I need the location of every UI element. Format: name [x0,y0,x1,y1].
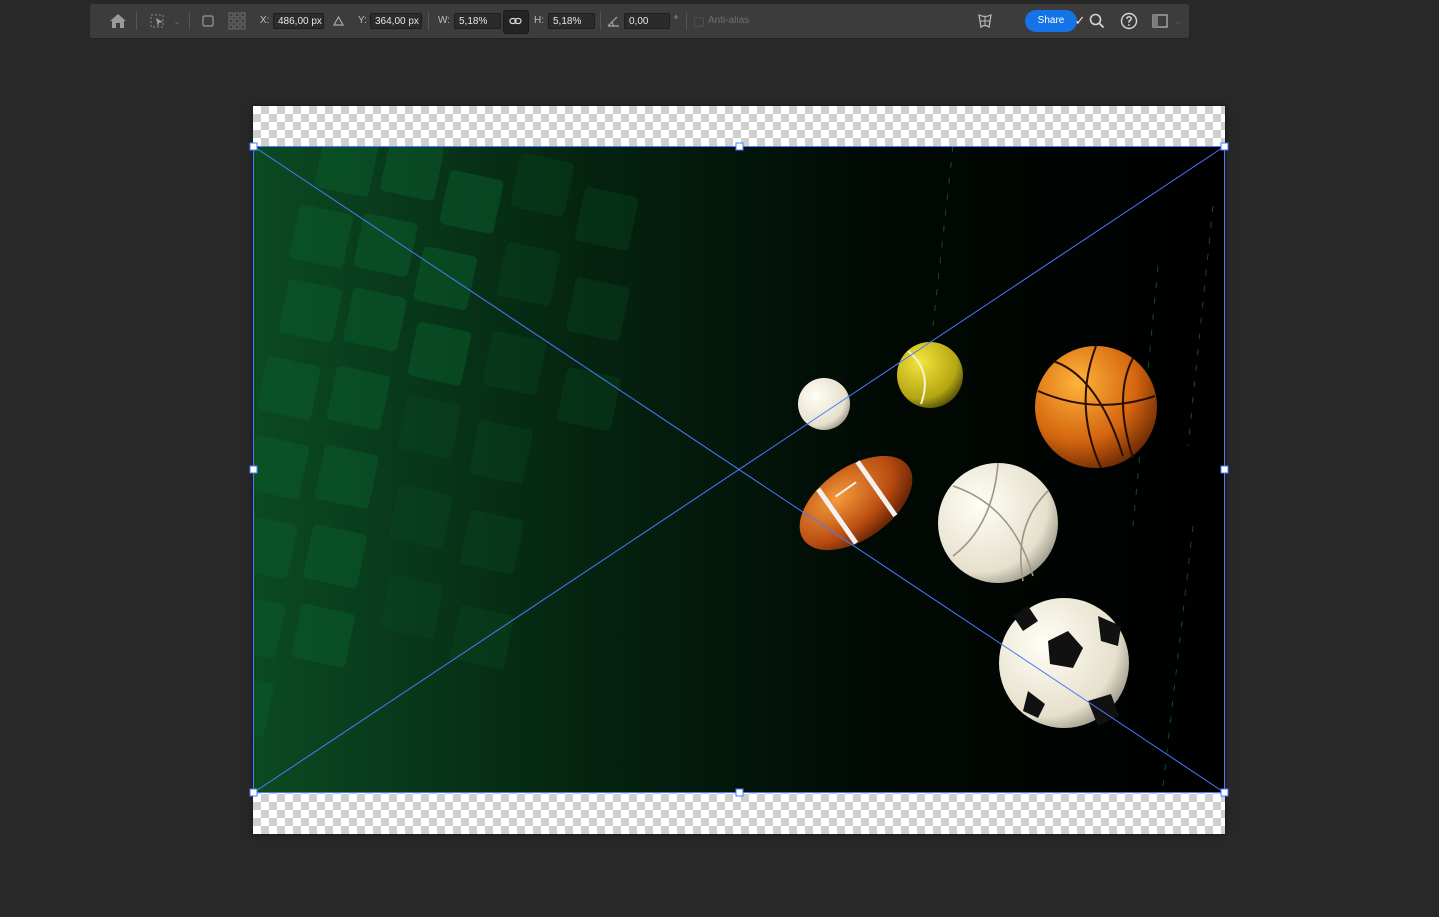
handle-top[interactable] [735,142,744,151]
angle-icon [605,4,621,38]
w-label: W: [438,15,451,26]
handle-bottom-right[interactable] [1220,788,1229,797]
link-button[interactable] [503,10,529,34]
h-label: H: [534,15,544,26]
transform-bounding-box[interactable] [249,142,1229,797]
antialias-checkbox[interactable] [694,17,704,27]
width-field[interactable]: 5,18% [454,13,501,29]
chevron-down-icon[interactable]: ⌄ [172,4,182,38]
handle-bottom-left[interactable] [249,788,258,797]
check-icon[interactable]: ✓ [1074,4,1086,38]
divider [600,12,601,30]
antialias-label: Anti-alias [708,15,750,26]
angle-field[interactable]: 0,00 [624,13,670,29]
options-bar: ⌄ X: 486,00 px Y: 364,00 px W: 5,18% H: [90,4,1189,39]
divider [686,12,687,30]
handle-left[interactable] [249,465,258,474]
degree-unit: ° [674,15,678,26]
x-field[interactable]: 486,00 px [273,13,324,29]
x-label: X: [260,15,270,26]
divider [428,12,429,30]
link-icon [509,17,522,25]
delta-icon[interactable] [331,4,345,38]
y-label: Y: [358,15,367,26]
handle-top-right[interactable] [1220,142,1229,151]
handle-bottom[interactable] [735,788,744,797]
height-field[interactable]: 5,18% [548,13,595,29]
help-icon[interactable] [1118,4,1140,38]
handle-right[interactable] [1220,465,1229,474]
share-button[interactable]: Share [1025,10,1077,32]
home-icon[interactable] [104,4,132,38]
divider [136,12,137,30]
search-icon[interactable] [1086,4,1108,38]
checkbox-icon[interactable] [199,4,217,38]
chevron-down-icon[interactable]: ⌄ [1173,4,1183,38]
reference-point-icon[interactable] [226,4,248,38]
warp-icon[interactable] [974,4,996,38]
divider [189,12,190,30]
handle-top-left[interactable] [249,142,258,151]
y-field[interactable]: 364,00 px [370,13,422,29]
transform-icon[interactable] [145,4,171,38]
workspace-icon[interactable] [1149,4,1171,38]
